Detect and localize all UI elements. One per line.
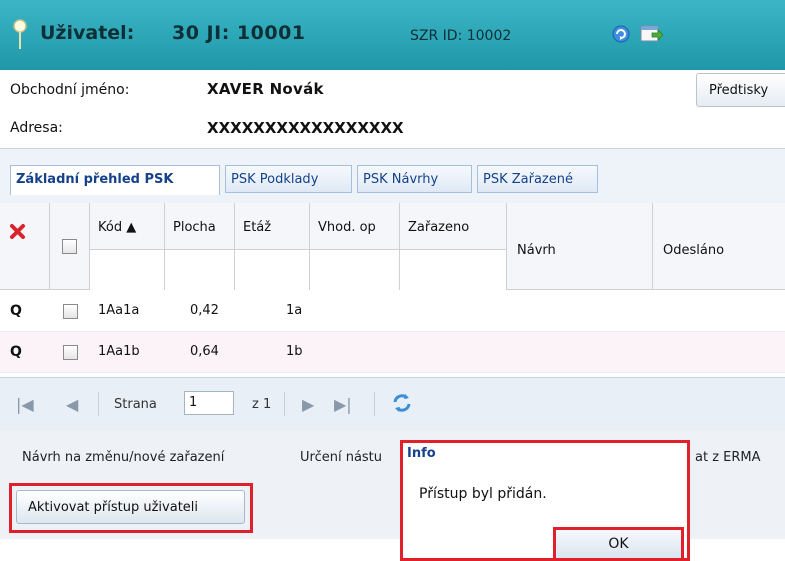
szr-id: SZR ID: 10002 bbox=[410, 28, 512, 44]
page-number-input[interactable]: 1 bbox=[184, 391, 234, 415]
business-name-value: XAVER Novák bbox=[207, 80, 324, 98]
first-page-icon[interactable]: |◀ bbox=[16, 395, 34, 414]
ok-button[interactable]: OK bbox=[553, 527, 684, 561]
table-row[interactable]: Q 1Aa1a 0,42 1a bbox=[0, 291, 785, 332]
filter-floor[interactable] bbox=[235, 249, 309, 290]
select-all-checkbox[interactable] bbox=[62, 239, 77, 254]
export-icon[interactable] bbox=[640, 24, 664, 44]
column-classified-label: Zařazeno bbox=[408, 220, 470, 235]
dialog-title: Info bbox=[407, 446, 436, 461]
next-page-icon[interactable]: ▶ bbox=[302, 395, 314, 414]
column-area-label: Plocha bbox=[173, 220, 216, 235]
cell-floor: 1a bbox=[286, 303, 303, 318]
address-value: XXXXXXXXXXXXXXXXX bbox=[207, 119, 404, 137]
tab-psk-podklady[interactable]: PSK Podklady bbox=[225, 165, 352, 193]
paging-toolbar: |◀ ◀ Strana 1 z 1 ▶ ▶| bbox=[0, 377, 785, 432]
user-label: Uživatel: bbox=[40, 22, 135, 44]
filter-suitable[interactable] bbox=[310, 249, 399, 290]
column-classified[interactable]: Zařazeno bbox=[400, 203, 507, 290]
delete-icon[interactable] bbox=[10, 223, 26, 239]
column-code-label: Kód ▲ bbox=[98, 220, 137, 235]
refresh-icon[interactable] bbox=[611, 24, 631, 44]
separator bbox=[284, 392, 285, 416]
page-count-label: z 1 bbox=[252, 397, 272, 412]
column-area[interactable]: Plocha bbox=[165, 203, 235, 290]
menu-erma[interactable]: at z ERMA bbox=[695, 450, 761, 465]
column-proposal[interactable]: Návrh bbox=[507, 203, 653, 289]
column-proposal-label: Návrh bbox=[517, 243, 556, 258]
user-id: 30 JI: 10001 bbox=[172, 22, 306, 44]
refresh-grid-icon[interactable] bbox=[390, 391, 414, 415]
cell-floor: 1b bbox=[286, 344, 303, 359]
dialog-message: Přístup byl přidán. bbox=[419, 486, 547, 502]
column-sent[interactable]: Odesláno bbox=[653, 203, 785, 289]
prev-page-icon[interactable]: ◀ bbox=[66, 395, 78, 414]
user-header: Uživatel: 30 JI: 10001 SZR ID: 10002 bbox=[0, 0, 785, 70]
grid-header: Kód ▲ Plocha Etáž Vhod. op Zařazeno Návr… bbox=[0, 203, 785, 290]
separator bbox=[374, 392, 375, 416]
activate-access-button[interactable]: Aktivovat přístup uživateli bbox=[16, 490, 245, 524]
column-floor-label: Etáž bbox=[243, 220, 272, 235]
column-code[interactable]: Kód ▲ bbox=[90, 203, 165, 290]
row-checkbox[interactable] bbox=[63, 345, 78, 360]
separator bbox=[98, 392, 99, 416]
filter-area[interactable] bbox=[165, 249, 234, 290]
page-label: Strana bbox=[114, 397, 157, 412]
templates-button[interactable]: Předtisky bbox=[696, 73, 785, 107]
filter-classified[interactable] bbox=[400, 249, 506, 290]
detail-icon[interactable]: Q bbox=[10, 344, 22, 360]
menu-determination[interactable]: Určení nástu bbox=[300, 450, 382, 465]
cell-area: 0,42 bbox=[190, 303, 219, 318]
tab-psk-zarazene[interactable]: PSK Zařazené bbox=[477, 165, 598, 193]
cell-code: 1Aa1b bbox=[98, 344, 140, 359]
column-floor[interactable]: Etáž bbox=[235, 203, 310, 290]
table-row[interactable]: Q 1Aa1b 0,64 1b bbox=[0, 332, 785, 373]
detail-icon[interactable]: Q bbox=[10, 303, 22, 319]
menu-change-request[interactable]: Návrh na změnu/nové zařazení bbox=[22, 450, 224, 465]
address-label: Adresa: bbox=[10, 120, 63, 136]
tab-bar: Základní přehled PSK PSK Podklady PSK Ná… bbox=[0, 148, 785, 205]
column-sent-label: Odesláno bbox=[663, 243, 725, 258]
column-suitable[interactable]: Vhod. op bbox=[310, 203, 400, 290]
filter-code[interactable] bbox=[90, 249, 164, 290]
cell-code: 1Aa1a bbox=[98, 303, 140, 318]
tab-basic-overview[interactable]: Základní přehled PSK bbox=[10, 165, 220, 195]
row-checkbox[interactable] bbox=[63, 304, 78, 319]
info-dialog: Info Přístup byl přidán. OK bbox=[400, 440, 690, 561]
cell-area: 0,64 bbox=[190, 344, 219, 359]
pin-icon bbox=[13, 19, 27, 49]
column-suitable-label: Vhod. op bbox=[318, 220, 376, 235]
last-page-icon[interactable]: ▶| bbox=[334, 395, 352, 414]
business-name-label: Obchodní jméno: bbox=[10, 82, 130, 98]
tab-psk-navrhy[interactable]: PSK Návrhy bbox=[357, 165, 472, 193]
delete-column bbox=[0, 203, 50, 289]
select-all-column bbox=[50, 203, 90, 289]
